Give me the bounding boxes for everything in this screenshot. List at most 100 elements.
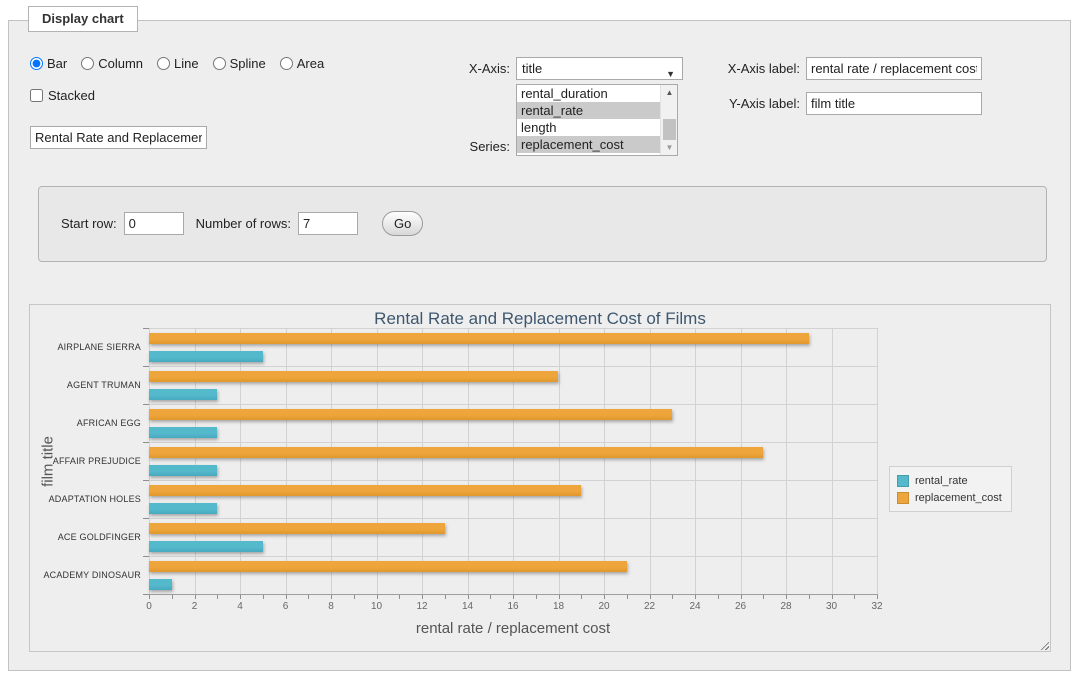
scrollbar-thumb[interactable] [663, 119, 676, 140]
bar-replacement_cost [149, 561, 627, 572]
category-label: AGENT TRUMAN [30, 379, 141, 391]
x-axis-tick [763, 595, 764, 599]
chart-type-radio-column[interactable] [81, 57, 94, 70]
num-rows-label: Number of rows: [196, 216, 291, 231]
x-axis-tick [331, 595, 332, 599]
gridline [741, 328, 742, 594]
series-option-replacement_cost[interactable]: replacement_cost [517, 136, 660, 153]
chart-type-option-area[interactable]: Area [280, 56, 324, 71]
chart-type-option-line[interactable]: Line [157, 56, 199, 71]
gridline [149, 366, 877, 367]
chart-type-label: Line [174, 56, 199, 71]
x-axis-title: rental rate / replacement cost [149, 620, 877, 637]
scroll-down-icon[interactable]: ▼ [661, 140, 678, 155]
x-axis-tick [809, 595, 810, 599]
x-axis-tick-label: 14 [453, 601, 483, 612]
rows-panel: Start row: Number of rows: Go [38, 186, 1047, 262]
chart-type-option-spline[interactable]: Spline [213, 56, 266, 71]
y-axis-tick [143, 480, 149, 481]
gridline [331, 328, 332, 594]
gridline [604, 328, 605, 594]
chart-type-radio-spline[interactable] [213, 57, 226, 70]
stacked-checkbox[interactable] [30, 89, 43, 102]
gridline [559, 328, 560, 594]
gridline [695, 328, 696, 594]
chart-type-label: Column [98, 56, 143, 71]
y-axis-tick [143, 556, 149, 557]
gridline [513, 328, 514, 594]
bar-rental_rate [149, 579, 172, 590]
chart-type-radio-line[interactable] [157, 57, 170, 70]
x-axis-select[interactable]: title ▼ [516, 57, 683, 80]
chart-title-input[interactable] [30, 126, 207, 149]
x-axis-selected-value: title [522, 61, 542, 76]
x-axis-tick [559, 595, 560, 599]
legend-swatch [897, 492, 909, 504]
num-rows-input[interactable] [298, 212, 358, 235]
chart-type-radio-bar[interactable] [30, 57, 43, 70]
x-axis-tick-label: 22 [635, 601, 665, 612]
chart-type-radio-area[interactable] [280, 57, 293, 70]
y-axis-label-input[interactable] [806, 92, 982, 115]
chart-container: Rental Rate and Replacement Cost of Film… [29, 304, 1051, 652]
x-axis-tick-label: 16 [498, 601, 528, 612]
gridline [195, 328, 196, 594]
series-option-length[interactable]: length [517, 119, 660, 136]
gridline [149, 518, 877, 519]
x-axis-tick-label: 4 [225, 601, 255, 612]
x-axis-tick [741, 595, 742, 599]
x-axis-tick-label: 10 [362, 601, 392, 612]
chart-type-option-bar[interactable]: Bar [30, 56, 67, 71]
x-axis-tick-label: 30 [817, 601, 847, 612]
resize-grip-icon[interactable] [1039, 640, 1049, 650]
scroll-up-icon[interactable]: ▲ [661, 85, 678, 100]
x-axis-label-input[interactable] [806, 57, 982, 80]
legend-item-rental_rate[interactable]: rental_rate [897, 472, 1002, 489]
x-axis-tick-label: 24 [680, 601, 710, 612]
chart-type-option-column[interactable]: Column [81, 56, 143, 71]
legend-item-replacement_cost[interactable]: replacement_cost [897, 489, 1002, 506]
series-select-label: Series: [430, 139, 510, 154]
go-button[interactable]: Go [382, 211, 423, 236]
x-axis-tick [149, 595, 150, 599]
x-axis-tick-label: 20 [589, 601, 619, 612]
bar-rental_rate [149, 503, 217, 514]
x-axis-tick [513, 595, 514, 599]
x-axis-tick [195, 595, 196, 599]
x-axis-tick [536, 595, 537, 599]
series-listbox[interactable]: rental_durationrental_ratelengthreplacem… [516, 84, 678, 156]
category-label: ACADEMY DINOSAUR [30, 569, 141, 581]
chevron-down-icon: ▼ [666, 64, 675, 85]
bar-rental_rate [149, 427, 217, 438]
y-axis-title: film title [40, 412, 57, 512]
x-axis-tick [172, 595, 173, 599]
series-options: rental_durationrental_ratelengthreplacem… [517, 85, 677, 153]
fieldset-legend: Display chart [28, 6, 138, 32]
chart-type-label: Spline [230, 56, 266, 71]
x-axis-tick [308, 595, 309, 599]
x-axis-tick [399, 595, 400, 599]
gridline [149, 556, 877, 557]
bar-replacement_cost [149, 333, 809, 344]
gridline [786, 328, 787, 594]
stacked-option[interactable]: Stacked [30, 88, 95, 103]
gridline [877, 328, 878, 594]
legend-label: rental_rate [915, 475, 968, 487]
start-row-input[interactable] [124, 212, 184, 235]
x-axis-label-label: X-Axis label: [700, 61, 800, 76]
x-axis-tick [786, 595, 787, 599]
gridline [149, 328, 150, 594]
listbox-scrollbar[interactable]: ▲ ▼ [660, 85, 677, 155]
series-option-rental_duration[interactable]: rental_duration [517, 85, 660, 102]
x-axis-tick [286, 595, 287, 599]
chart-type-label: Area [297, 56, 324, 71]
x-axis-select-label: X-Axis: [430, 61, 510, 76]
series-option-rental_rate[interactable]: rental_rate [517, 102, 660, 119]
x-axis-tick [718, 595, 719, 599]
x-axis-tick [468, 595, 469, 599]
chart-legend: rental_rate replacement_cost [889, 466, 1012, 512]
x-axis-tick [240, 595, 241, 599]
bar-rental_rate [149, 389, 217, 400]
x-axis-tick-label: 18 [544, 601, 574, 612]
bar-replacement_cost [149, 485, 581, 496]
